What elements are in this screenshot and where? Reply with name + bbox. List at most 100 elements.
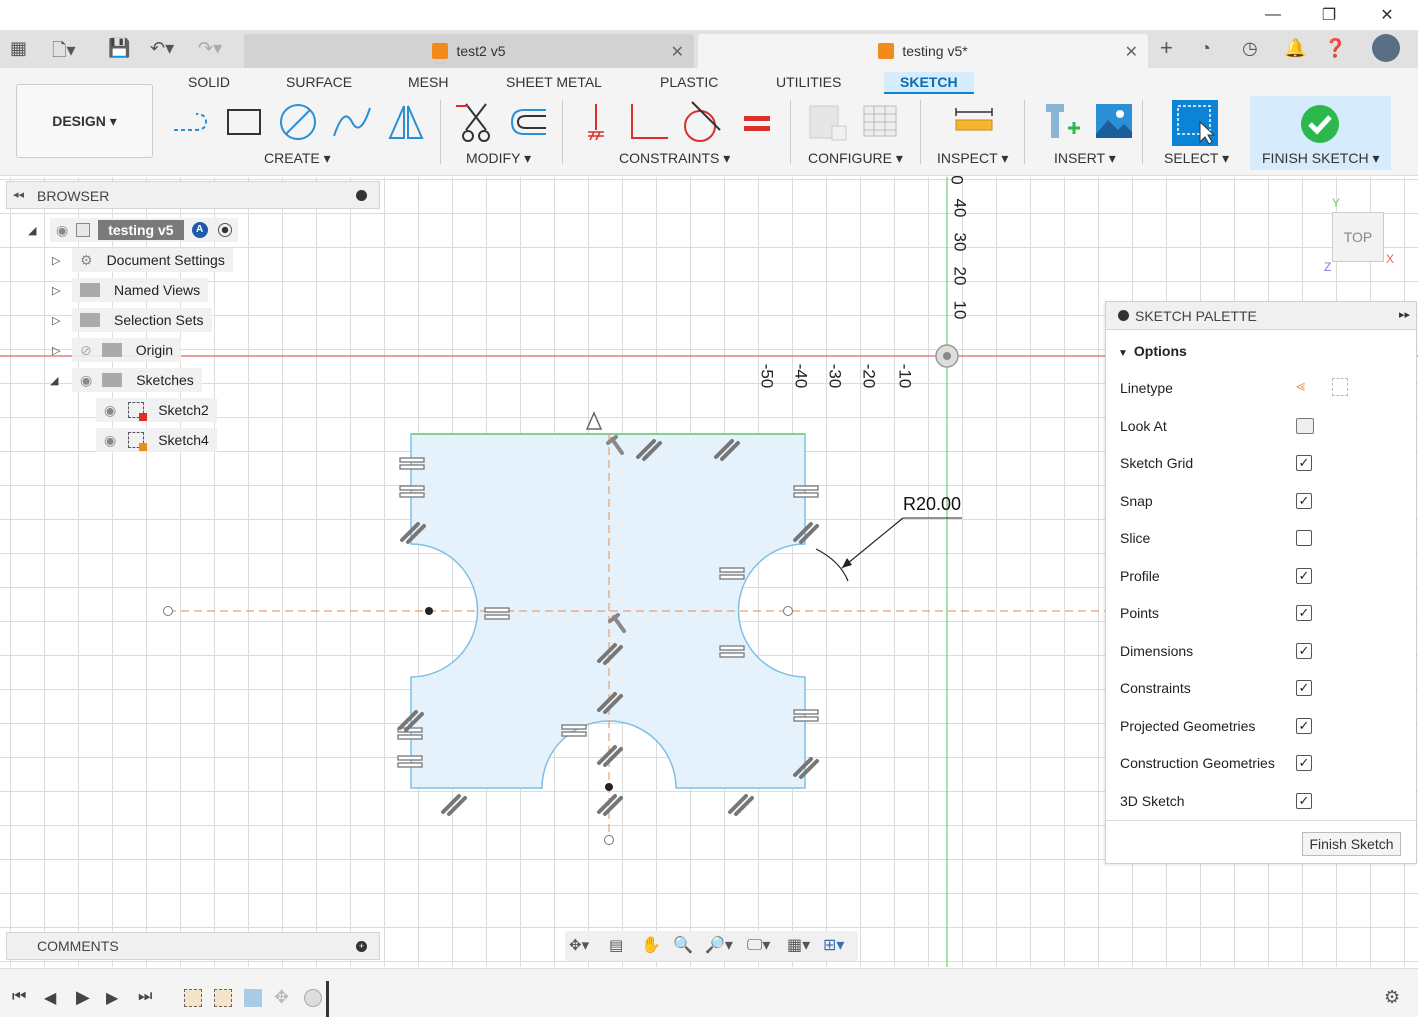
timeline-fillet-feature-icon[interactable]: [304, 989, 322, 1007]
look-at-icon[interactable]: ▤: [609, 936, 623, 954]
viewcube-top-face[interactable]: TOP: [1332, 212, 1384, 262]
tree-item-named-views[interactable]: Named Views: [72, 278, 209, 302]
perpendicular-constraint-icon[interactable]: [626, 100, 670, 144]
insert-derive-icon[interactable]: [1040, 100, 1084, 144]
timeline-extrude-feature-icon[interactable]: [244, 989, 262, 1007]
zoom-window-icon[interactable]: 🔎▾: [705, 935, 733, 955]
construction-geometries-checkbox[interactable]: ✓: [1296, 755, 1312, 771]
tab-sketch[interactable]: SKETCH: [884, 72, 974, 94]
save-icon[interactable]: 💾: [108, 38, 130, 59]
snap-checkbox[interactable]: ✓: [1296, 493, 1312, 509]
tab-sheet-metal[interactable]: SHEET METAL: [506, 74, 602, 90]
browser-options-icon[interactable]: [356, 190, 367, 201]
add-comment-icon[interactable]: +: [356, 941, 367, 952]
projected-geometries-checkbox[interactable]: ✓: [1296, 718, 1312, 734]
help-icon[interactable]: ❓: [1324, 38, 1346, 59]
parameters-icon[interactable]: [806, 100, 850, 144]
constraints-menu[interactable]: CONSTRAINTS ▾: [619, 150, 730, 167]
tab-utilities[interactable]: UTILITIES: [776, 74, 841, 90]
visibility-eye-icon[interactable]: ◉: [104, 432, 116, 449]
3d-sketch-checkbox[interactable]: ✓: [1296, 793, 1312, 809]
display-settings-icon[interactable]: 🖵▾: [747, 935, 770, 955]
construction-linetype-icon[interactable]: ⪡: [1296, 378, 1305, 396]
app-grid-icon[interactable]: ▦: [10, 38, 27, 59]
collapse-palette-icon[interactable]: ▸▸: [1399, 308, 1410, 321]
palette-options-icon[interactable]: [1118, 310, 1129, 321]
insert-menu[interactable]: INSERT ▾: [1054, 150, 1116, 167]
table-icon[interactable]: [860, 100, 904, 144]
profile-checkbox[interactable]: ✓: [1296, 568, 1312, 584]
tree-item-sketch4[interactable]: ◉ Sketch4: [96, 428, 217, 452]
tree-item-sketches[interactable]: ◉ Sketches: [72, 368, 202, 392]
redo-icon[interactable]: ↷▾: [198, 38, 222, 59]
tab-mesh[interactable]: MESH: [408, 74, 448, 90]
file-menu-icon[interactable]: 🗋▾: [52, 38, 76, 68]
line-icon[interactable]: [170, 100, 214, 144]
sketch-point[interactable]: [783, 606, 793, 616]
tab-solid[interactable]: SOLID: [188, 74, 230, 90]
tree-item-document-settings[interactable]: ⚙ Document Settings: [72, 248, 233, 272]
visibility-eye-icon[interactable]: ◉: [80, 372, 92, 389]
tab-test2[interactable]: test2 v5 ✕: [244, 34, 694, 68]
insert-image-icon[interactable]: [1092, 100, 1136, 144]
tree-item-sketch2[interactable]: ◉ Sketch2: [96, 398, 217, 422]
radius-dimension-label[interactable]: R20.00: [903, 494, 961, 515]
undo-icon[interactable]: ↶▾: [150, 38, 174, 59]
measure-icon[interactable]: [952, 100, 996, 144]
viewports-icon[interactable]: ⊞▾: [823, 935, 844, 955]
job-status-icon[interactable]: ◷: [1242, 38, 1258, 59]
coincident-constraint-icon[interactable]: [580, 100, 624, 144]
view-cube[interactable]: Y TOP Z X: [1322, 196, 1398, 276]
restore-button[interactable]: ❐: [1306, 0, 1352, 30]
timeline-sketch-feature-icon[interactable]: [214, 989, 232, 1007]
tab-testing[interactable]: testing v5* ✕: [698, 34, 1148, 68]
timeline-marker[interactable]: [326, 981, 329, 1017]
tree-root-row[interactable]: ◉ testing v5 A: [50, 218, 238, 242]
go-to-start-icon[interactable]: ⏮: [12, 988, 26, 1006]
select-menu[interactable]: SELECT ▾: [1164, 150, 1229, 167]
zoom-icon[interactable]: 🔍: [673, 935, 693, 955]
close-tab-icon[interactable]: ✕: [1125, 42, 1138, 62]
tab-surface[interactable]: SURFACE: [286, 74, 352, 90]
expand-arrow-icon[interactable]: ▷: [52, 284, 60, 297]
activate-radio-icon[interactable]: [217, 223, 232, 237]
close-tab-icon[interactable]: ✕: [671, 42, 684, 62]
arc-center-point[interactable]: [605, 783, 613, 791]
look-at-icon[interactable]: [1296, 418, 1314, 434]
expand-arrow-icon[interactable]: ▷: [52, 314, 60, 327]
constraints-checkbox[interactable]: ✓: [1296, 680, 1312, 696]
avatar[interactable]: [1372, 34, 1400, 62]
configure-menu[interactable]: CONFIGURE ▾: [808, 150, 903, 167]
circle-icon[interactable]: [276, 100, 320, 144]
go-to-end-icon[interactable]: ⏭: [138, 988, 152, 1006]
symmetry-constraint-icon[interactable]: [585, 411, 603, 430]
collapse-arrow-icon[interactable]: ◢: [50, 374, 58, 387]
grid-settings-icon[interactable]: ▦▾: [787, 935, 810, 955]
trim-icon[interactable]: [456, 100, 500, 144]
expand-arrow-icon[interactable]: ▷: [52, 344, 60, 357]
notifications-icon[interactable]: 🔔: [1284, 38, 1306, 59]
sketch-point[interactable]: [163, 606, 173, 616]
select-icon[interactable]: [1170, 98, 1220, 148]
finish-sketch-button[interactable]: FINISH SKETCH ▾: [1250, 96, 1391, 170]
collapse-panel-icon[interactable]: ◂◂: [13, 188, 24, 201]
visibility-eye-icon[interactable]: ◉: [104, 402, 116, 419]
timeline-move-feature-icon[interactable]: ✥: [274, 987, 289, 1008]
radius-dimension[interactable]: [815, 517, 962, 582]
arc-center-point[interactable]: [425, 607, 433, 615]
workspace-dropdown[interactable]: DESIGN ▾: [16, 84, 153, 158]
step-back-icon[interactable]: ◀: [44, 988, 56, 1008]
extensions-icon[interactable]: ◔: [1200, 38, 1211, 59]
inspect-menu[interactable]: INSPECT ▾: [937, 150, 1008, 167]
hidden-eye-icon[interactable]: ⊘: [80, 342, 92, 359]
visibility-eye-icon[interactable]: ◉: [56, 222, 68, 239]
minimize-button[interactable]: —: [1250, 0, 1296, 30]
sketch-point[interactable]: [604, 835, 614, 845]
tangent-constraint-icon[interactable]: [678, 100, 722, 144]
step-forward-icon[interactable]: ▶: [106, 988, 118, 1008]
offset-icon[interactable]: [506, 100, 550, 144]
collapse-arrow-icon[interactable]: ◢: [28, 224, 36, 237]
pan-icon[interactable]: ✋: [641, 935, 661, 955]
options-section-toggle[interactable]: ▼ Options: [1118, 343, 1187, 359]
tree-item-selection-sets[interactable]: Selection Sets: [72, 308, 212, 332]
